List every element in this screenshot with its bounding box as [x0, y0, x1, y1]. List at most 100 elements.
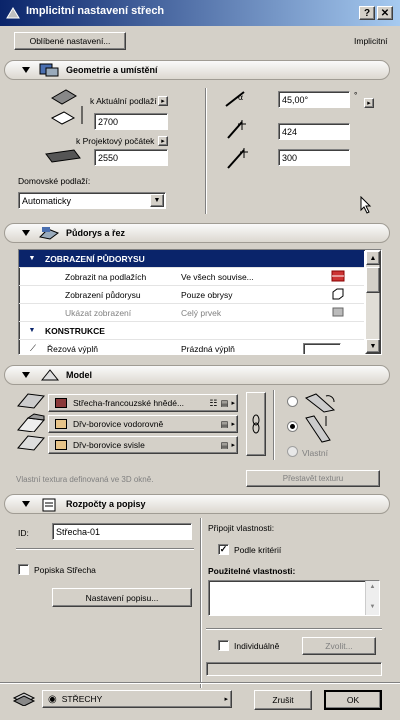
doc-icon: ▤: [220, 418, 229, 429]
collapse-icon[interactable]: [22, 67, 30, 73]
scroll-thumb[interactable]: [366, 267, 380, 293]
label-checkbox-text: Popiska Střecha: [34, 565, 96, 575]
popup-arrow[interactable]: ▸: [224, 695, 228, 703]
reset-texture-button[interactable]: Přestavět texturu: [246, 470, 380, 487]
row-label: Zobrazit na podlažích: [65, 271, 147, 282]
material-swatch: [55, 398, 67, 408]
select-button[interactable]: Zvolit...: [302, 637, 376, 655]
list-item[interactable]: Zobrazení půdorysu Pouze obrysy: [19, 286, 364, 304]
story-diagram-icon: [44, 88, 90, 170]
list-item[interactable]: Ukázat zobrazení Celý prvek: [19, 304, 364, 322]
custom-radio[interactable]: [287, 446, 298, 457]
perpendicular-edge-icon: [304, 392, 338, 416]
label-checkbox[interactable]: [18, 564, 29, 575]
model-section-header[interactable]: [4, 365, 390, 385]
floorplan-section-header[interactable]: [4, 223, 390, 243]
row-value: Celý prvek: [181, 307, 222, 318]
available-properties-list[interactable]: ▲ ▼: [208, 580, 380, 616]
layer-visible-icon: ◉: [48, 693, 57, 705]
collapse-icon[interactable]: [22, 372, 30, 378]
chain-link-button[interactable]: [246, 392, 266, 456]
ok-button[interactable]: OK: [324, 690, 382, 710]
list-item[interactable]: ⟋ Řezová výplň Prázdná výplň: [19, 340, 364, 354]
row-value: Ve všech souvise...: [181, 271, 254, 282]
geometry-divider: [205, 88, 207, 214]
id-field[interactable]: Střecha-01: [52, 523, 192, 540]
group-label: KONSTRUKCE: [45, 325, 105, 336]
current-floor-field[interactable]: 2700: [94, 113, 168, 130]
scroll-down-button[interactable]: ▼: [366, 339, 380, 353]
available-properties-label: Použitelné vlastnosti:: [208, 566, 296, 576]
svg-text:α: α: [238, 93, 243, 102]
fill-preview[interactable]: [303, 342, 341, 354]
row-label: Zobrazení půdorysu: [65, 289, 141, 300]
roof-thickness-field[interactable]: 424: [278, 123, 350, 140]
roof-app-icon: [6, 6, 20, 20]
label-settings-button[interactable]: Nastavení popisu...: [52, 588, 192, 607]
scroll-up-button[interactable]: ▲: [366, 251, 380, 265]
favorites-button[interactable]: Oblíbené nastavení...: [14, 32, 126, 50]
layer-name: STŘECHY: [61, 694, 103, 704]
layers-icon: [12, 690, 36, 708]
vertical-radio[interactable]: [287, 421, 298, 432]
listing-section-header[interactable]: [4, 494, 390, 514]
geometry-section-header[interactable]: [4, 60, 390, 80]
current-floor-popup[interactable]: ▸: [158, 96, 168, 106]
material-swatch: [55, 419, 67, 429]
close-button[interactable]: ✕: [377, 6, 393, 20]
cut-fill-icon: ⟋: [30, 343, 36, 353]
expand-icon[interactable]: ▼: [19, 255, 45, 262]
construction-group-header[interactable]: ▼ KONSTRUKCE: [19, 322, 364, 340]
list-scrollbar[interactable]: ▲ ▼: [365, 581, 379, 615]
list-item[interactable]: Zobrazit na podlažích Ve všech souvise..…: [19, 268, 364, 286]
popup-arrow[interactable]: ▸: [231, 399, 235, 407]
plan-display-group-header[interactable]: ▼ ZOBRAZENÍ PŮDORYSU: [19, 250, 364, 268]
id-divider: [16, 548, 194, 550]
popup-arrow[interactable]: ▸: [231, 420, 235, 428]
material-edge-selector[interactable]: Dřv-borovice vodorovně ▤ ▸: [48, 415, 238, 433]
stories-icon: [331, 270, 345, 284]
home-story-label: Domovské podlaží:: [18, 176, 91, 186]
material-bottom-selector[interactable]: Dřv-borovice svisle ▤ ▸: [48, 436, 238, 454]
doc-icon: ▤: [220, 397, 229, 408]
chain-icon: [252, 414, 260, 434]
listing-divider: [200, 518, 202, 688]
properties-status-field: [206, 662, 382, 676]
mouse-cursor-icon: [360, 195, 372, 216]
criteria-checkbox[interactable]: ✓: [218, 544, 229, 555]
layer-selector[interactable]: ◉ STŘECHY ▸: [42, 690, 232, 708]
angle-popup[interactable]: ▸: [364, 98, 374, 108]
project-zero-field[interactable]: 2550: [94, 149, 168, 166]
row-value: Prázdná výplň: [181, 343, 235, 354]
roof-height-field[interactable]: 300: [278, 149, 350, 166]
texture-note: Vlastní textura definovaná ve 3D okně.: [16, 475, 154, 484]
material-swatch: [55, 440, 67, 450]
project-zero-popup[interactable]: ▸: [158, 136, 168, 146]
home-story-dropdown-arrow[interactable]: ▼: [150, 194, 164, 207]
listing-section-title: Rozpočty a popisy: [66, 499, 146, 509]
geometry-icon: [38, 62, 60, 80]
hatch-icon: ☷: [209, 397, 218, 408]
list-scrollbar[interactable]: ▲ ▼: [365, 250, 381, 354]
listing-icon: [40, 497, 60, 515]
floorplan-settings-list: ▼ ZOBRAZENÍ PŮDORYSU Zobrazit na podlaží…: [18, 249, 382, 355]
doc-icon: ▤: [220, 439, 229, 450]
default-label: Implicitní: [354, 36, 388, 46]
collapse-icon[interactable]: [22, 230, 30, 236]
roof-angle-icon: α: [224, 90, 248, 110]
material-top-selector[interactable]: Střecha-francouzské hnědé... ☷ ▤ ▸: [48, 394, 238, 412]
expand-icon[interactable]: ▼: [19, 327, 45, 334]
scroll-up-button[interactable]: ▲: [366, 581, 379, 593]
cancel-button[interactable]: Zrušit: [254, 690, 312, 710]
popup-arrow[interactable]: ▸: [231, 441, 235, 449]
collapse-icon[interactable]: [22, 501, 30, 507]
scroll-down-button[interactable]: ▼: [366, 601, 379, 613]
outline-icon: [331, 288, 345, 302]
individual-checkbox[interactable]: [218, 640, 229, 651]
footer-divider: [0, 682, 400, 684]
help-button[interactable]: ?: [359, 6, 375, 20]
roof-angle-field[interactable]: 45,00°: [278, 91, 350, 108]
home-story-select[interactable]: Automaticky: [18, 192, 166, 209]
perpendicular-radio[interactable]: [287, 396, 298, 407]
roof-thickness-icon: [226, 118, 250, 142]
